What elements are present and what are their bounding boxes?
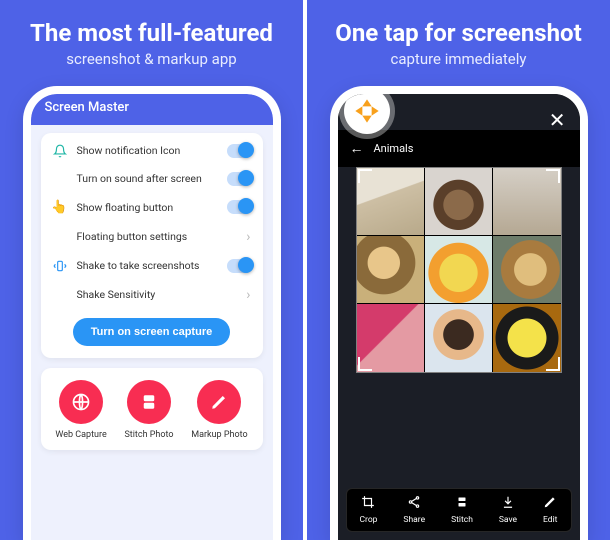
globe-icon bbox=[59, 380, 103, 424]
toolbar-label: Edit bbox=[543, 515, 557, 525]
tool-stitch-photo[interactable]: Stitch Photo bbox=[124, 380, 173, 440]
toolbar-crop[interactable]: Crop bbox=[359, 495, 377, 525]
gallery-thumb[interactable] bbox=[425, 304, 492, 371]
tool-label: Stitch Photo bbox=[124, 430, 173, 440]
share-icon bbox=[403, 495, 425, 513]
setting-label: Turn on sound after screen bbox=[77, 172, 219, 185]
gallery-thumb[interactable] bbox=[425, 168, 492, 235]
bell-icon bbox=[51, 144, 69, 158]
gallery-header: ← Animals bbox=[338, 130, 580, 167]
crop-handle-tr[interactable] bbox=[546, 169, 560, 183]
setting-row[interactable]: Turn on sound after screen bbox=[51, 165, 253, 193]
tool-markup-photo[interactable]: Markup Photo bbox=[191, 380, 247, 440]
setting-row[interactable]: Shake Sensitivity › bbox=[51, 280, 253, 310]
tool-label: Markup Photo bbox=[191, 430, 247, 440]
chevron-right-icon: › bbox=[246, 287, 250, 303]
capture-cta-button[interactable]: Turn on screen capture bbox=[73, 318, 230, 346]
settings-card: Show notification Icon Turn on sound aft… bbox=[41, 133, 263, 358]
setting-row[interactable]: 👆 Show floating button bbox=[51, 193, 253, 222]
setting-label: Show floating button bbox=[77, 201, 219, 214]
hand-icon: 👆 bbox=[51, 200, 69, 215]
gallery-thumb[interactable] bbox=[357, 236, 424, 303]
gallery-thumb[interactable] bbox=[425, 236, 492, 303]
toolbar-edit[interactable]: Edit bbox=[543, 495, 557, 525]
stitch-icon bbox=[451, 495, 473, 513]
toggle-switch[interactable] bbox=[227, 200, 253, 214]
tool-label: Web Capture bbox=[55, 430, 106, 440]
phone-mock-left: Screen Master Show notification Icon Tur… bbox=[23, 86, 281, 540]
stitch-icon bbox=[127, 380, 171, 424]
shake-icon bbox=[51, 259, 69, 273]
toolbar-label: Save bbox=[499, 515, 517, 525]
toolbar-label: Stitch bbox=[451, 515, 473, 525]
gallery-thumb[interactable] bbox=[493, 236, 560, 303]
toolbar-label: Share bbox=[403, 515, 425, 525]
gallery-grid bbox=[356, 167, 562, 373]
chevron-right-icon: › bbox=[246, 229, 250, 245]
headline: One tap for screenshot bbox=[335, 20, 581, 48]
toggle-switch[interactable] bbox=[227, 172, 253, 186]
toolbar-label: Crop bbox=[359, 515, 377, 525]
promo-panel-left: The most full-featured screenshot & mark… bbox=[0, 0, 303, 540]
capture-toolbar: Crop Share Stitch bbox=[346, 488, 572, 532]
tool-web-capture[interactable]: Web Capture bbox=[55, 380, 106, 440]
save-icon bbox=[499, 495, 517, 513]
toolbar-save[interactable]: Save bbox=[499, 495, 517, 525]
edit-icon bbox=[543, 495, 557, 513]
subheadline: screenshot & markup app bbox=[66, 50, 236, 68]
crop-handle-bl[interactable] bbox=[358, 357, 372, 371]
app-title: Screen Master bbox=[31, 94, 273, 125]
crop-handle-tl[interactable] bbox=[358, 169, 372, 183]
subheadline: capture immediately bbox=[390, 50, 526, 68]
promo-panel-right: One tap for screenshot capture immediate… bbox=[303, 0, 610, 540]
back-arrow-icon[interactable]: ← bbox=[350, 140, 364, 157]
setting-label: Shake Sensitivity bbox=[77, 288, 239, 301]
setting-label: Show notification Icon bbox=[77, 144, 219, 157]
phone-mock-right: ✕ ← Animals bbox=[330, 86, 588, 540]
toolbar-stitch[interactable]: Stitch bbox=[451, 495, 473, 525]
capture-crop-frame[interactable] bbox=[356, 167, 562, 373]
headline: The most full-featured bbox=[30, 20, 273, 48]
crop-handle-br[interactable] bbox=[546, 357, 560, 371]
pencil-icon bbox=[197, 380, 241, 424]
crop-icon bbox=[359, 495, 377, 513]
setting-row[interactable]: Show notification Icon bbox=[51, 137, 253, 165]
setting-label: Shake to take screenshots bbox=[77, 259, 219, 272]
shutter-button[interactable] bbox=[344, 88, 390, 134]
toolbar-share[interactable]: Share bbox=[403, 495, 425, 525]
gallery-title: Animals bbox=[374, 142, 414, 155]
tools-card: Web Capture Stitch Photo Markup Photo bbox=[41, 368, 263, 450]
setting-row[interactable]: Shake to take screenshots bbox=[51, 252, 253, 280]
setting-row[interactable]: Floating button settings › bbox=[51, 222, 253, 252]
toggle-switch[interactable] bbox=[227, 144, 253, 158]
toggle-switch[interactable] bbox=[227, 259, 253, 273]
close-icon[interactable]: ✕ bbox=[549, 108, 566, 132]
setting-label: Floating button settings bbox=[77, 230, 239, 243]
